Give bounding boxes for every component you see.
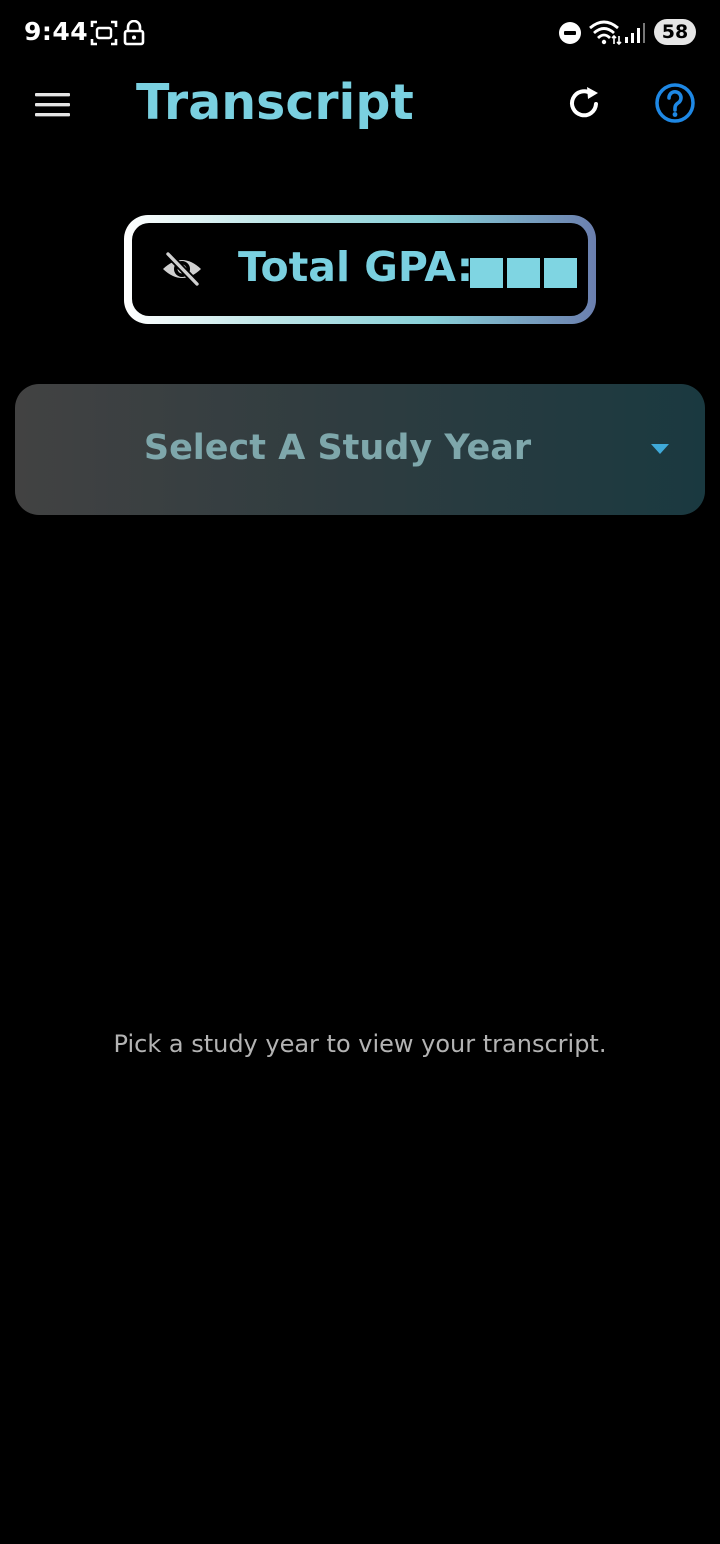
status-bar: 9:44 58 bbox=[0, 0, 720, 64]
battery-icon: 58 bbox=[654, 19, 696, 45]
gpa-label: Total GPA: bbox=[238, 243, 474, 291]
lock-icon bbox=[123, 20, 145, 46]
caret-down-icon bbox=[651, 444, 669, 454]
wifi-icon bbox=[589, 20, 622, 45]
screenshot-icon bbox=[90, 20, 118, 46]
gpa-mask-block bbox=[507, 258, 540, 288]
page-title: Transcript bbox=[136, 74, 414, 131]
study-year-dropdown[interactable]: Select A Study Year bbox=[15, 384, 705, 515]
gpa-card-inner: Total GPA: bbox=[132, 223, 588, 316]
status-time: 9:44 bbox=[24, 17, 89, 46]
gpa-card: Total GPA: bbox=[124, 215, 596, 324]
signal-icon bbox=[625, 23, 645, 43]
empty-state-message: Pick a study year to view your transcrip… bbox=[113, 1030, 607, 1058]
gpa-value-masked bbox=[470, 258, 577, 288]
help-icon[interactable] bbox=[654, 82, 696, 124]
transcript-screen: 9:44 58 Transcript Total GPA: Select A S… bbox=[0, 0, 720, 1544]
app-bar: Transcript bbox=[0, 64, 720, 154]
eye-off-icon[interactable] bbox=[160, 249, 204, 289]
refresh-icon[interactable] bbox=[565, 84, 605, 124]
menu-icon[interactable] bbox=[34, 90, 72, 120]
study-year-placeholder: Select A Study Year bbox=[143, 428, 532, 468]
do-not-disturb-icon bbox=[559, 22, 581, 44]
gpa-mask-block bbox=[470, 258, 503, 288]
gpa-mask-block bbox=[544, 258, 577, 288]
